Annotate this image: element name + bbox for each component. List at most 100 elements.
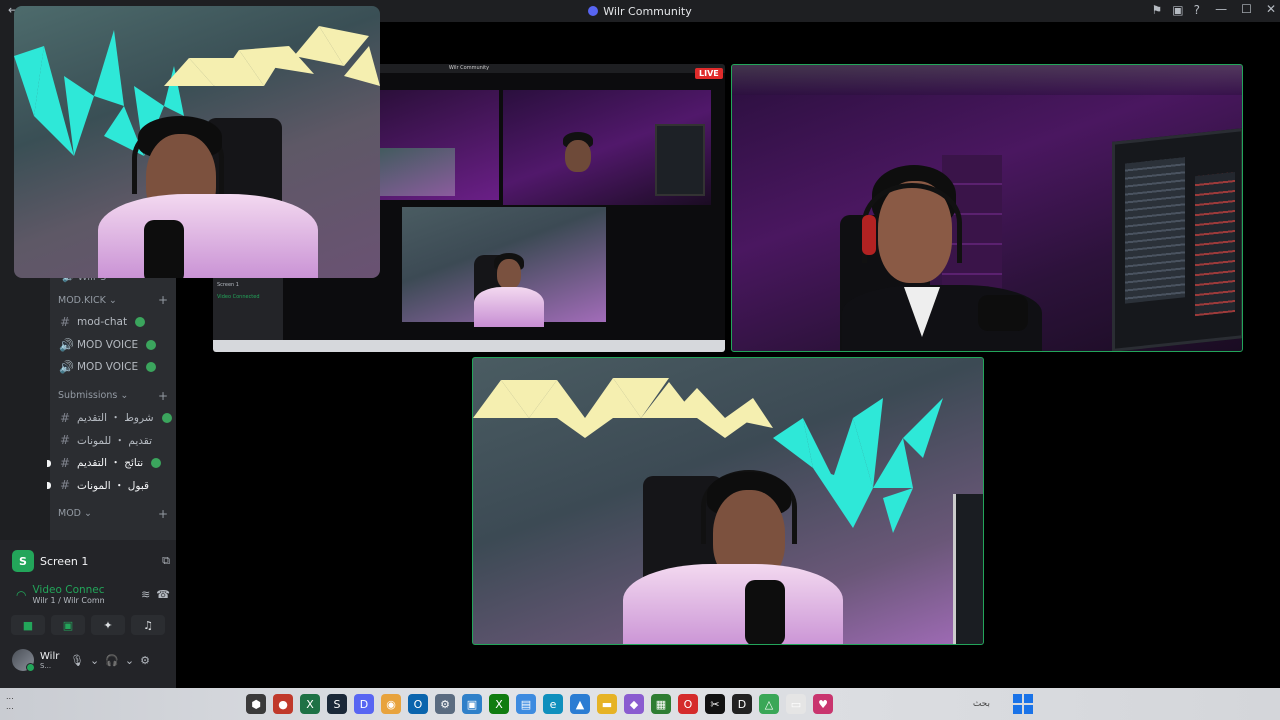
window-title-text: Wilr Community: [603, 4, 692, 18]
user-status: S...: [40, 661, 52, 670]
stream-mini-taskbar: [213, 340, 725, 352]
status-badge: [146, 362, 157, 373]
minimize-icon[interactable]: —: [1215, 2, 1227, 16]
screen-label: Screen 1: [40, 554, 89, 568]
category-name: MOD.KICK: [58, 294, 106, 306]
edge-icon[interactable]: e: [543, 694, 563, 714]
camera-pip[interactable]: [14, 6, 380, 278]
camera-icon[interactable]: ■: [11, 615, 45, 635]
screen-share-row[interactable]: S Screen 1 ⧉: [12, 548, 170, 574]
gear-icon[interactable]: ⚙: [140, 654, 150, 667]
activities-icon[interactable]: ✦: [91, 615, 125, 635]
notepad-icon[interactable]: ▭: [786, 694, 806, 714]
folder-icon[interactable]: ▬: [597, 694, 617, 714]
channel-item[interactable]: # قبول ・ المونات: [47, 474, 176, 497]
channel-item[interactable]: # شروط ・ التقديم: [50, 407, 176, 430]
discord-icon[interactable]: D: [354, 694, 374, 714]
app-icon[interactable]: ◆: [624, 694, 644, 714]
avatar[interactable]: [12, 649, 35, 672]
channel-label: mod-chat: [77, 316, 128, 329]
window-title: Wilr Community: [588, 4, 692, 18]
camera-tile-main[interactable]: [472, 357, 984, 645]
hash-icon: #: [59, 410, 71, 425]
speaker-icon: 🔊: [59, 337, 74, 352]
excel-icon[interactable]: X: [300, 694, 320, 714]
category-name: Submissions: [58, 390, 118, 401]
taskbar-left-widget[interactable]: ... ...: [6, 692, 14, 712]
add-channel-icon[interactable]: +: [158, 507, 168, 521]
close-icon[interactable]: ✕: [1266, 2, 1276, 16]
photos-icon[interactable]: ▲: [570, 694, 590, 714]
app-icon[interactable]: D: [732, 694, 752, 714]
taskbar-apps: ⬢ ● X S D ◉ O ⚙ ▣ X ▤ e ▲ ▬ ◆ ▦ O ✂ D △ ▭ ♥: [246, 694, 833, 714]
start-icon[interactable]: [1013, 694, 1033, 714]
channel-item[interactable]: # نتائج ・ التقديم: [47, 452, 176, 475]
channel-label: شروط ・ التقديم: [77, 412, 154, 425]
opera-icon[interactable]: O: [678, 694, 698, 714]
chevron-down-icon[interactable]: ⌄: [125, 654, 134, 667]
channel-item[interactable]: 🔊 MOD VOICE: [50, 356, 176, 379]
category-header[interactable]: Submissions ⌄ +: [58, 389, 168, 403]
xbox-icon[interactable]: X: [489, 694, 509, 714]
chevron-down-icon[interactable]: ⌄: [90, 654, 99, 667]
channel-label: قبول ・ المونات: [77, 479, 150, 492]
connection-title: Video Connected: [32, 584, 105, 596]
noise-suppression-icon[interactable]: ≋: [141, 588, 150, 601]
voice-connection: ◠ Video Connected Wilr 1 / Wilr Communit…: [16, 584, 170, 605]
settings-icon[interactable]: ⚙: [435, 694, 455, 714]
channel-label: MOD VOICE: [77, 338, 139, 351]
maximize-icon[interactable]: ☐: [1241, 2, 1252, 16]
outlook-icon[interactable]: O: [408, 694, 428, 714]
help-icon[interactable]: ?: [1194, 3, 1200, 17]
connection-sub[interactable]: Wilr 1 / Wilr Community: [32, 596, 104, 605]
channel-label: تقديم ・ للمونات: [77, 434, 153, 447]
chevron-down-icon: ⌄: [105, 294, 117, 306]
hash-icon: #: [59, 478, 71, 493]
speaker-icon: 🔊: [59, 360, 74, 375]
channel-item[interactable]: 🔊 MOD VOICE: [50, 334, 176, 357]
status-badge: [151, 457, 162, 468]
taskbar-search[interactable]: بحث: [906, 695, 996, 713]
windows-taskbar: ... ... ⬢ ● X S D ◉ O ⚙ ▣ X ▤ e ▲ ▬ ◆ ▦ O ✂ D △ ▭ ♥ بحث: [0, 688, 1280, 720]
store-icon[interactable]: ▤: [516, 694, 536, 714]
status-badge: [146, 339, 157, 350]
soundboard-icon[interactable]: ♫: [131, 615, 165, 635]
category-header[interactable]: MOD.KICK ⌄ +: [58, 293, 168, 307]
stream-nested-cam2: [503, 90, 711, 205]
channel-item[interactable]: # mod-chat: [50, 311, 176, 334]
share-screen-icon[interactable]: ▣: [51, 615, 85, 635]
status-badge: [161, 412, 172, 423]
channel-item[interactable]: # تقديم ・ للمونات: [50, 429, 176, 452]
headphones-icon[interactable]: 🎧: [105, 654, 119, 667]
popout-icon[interactable]: ⧉: [162, 554, 170, 568]
microphone-icon[interactable]: 🎙: [70, 654, 84, 667]
app-icon[interactable]: ▦: [651, 694, 671, 714]
category-name: MOD: [58, 508, 81, 519]
monitor: [953, 494, 983, 644]
bookmark-icon[interactable]: ⚑: [1152, 3, 1163, 17]
disconnect-icon[interactable]: ☎: [156, 588, 170, 601]
channel-label: نتائج ・ التقديم: [77, 457, 144, 470]
chevron-down-icon: ⌄: [81, 508, 92, 519]
channel-list: 🔊 Wilr 3 MOD.KICK ⌄+#mod-chat🔊MOD VOICE🔊…: [47, 272, 176, 525]
app-icon[interactable]: ♥: [813, 694, 833, 714]
hash-icon: #: [59, 433, 71, 448]
screen-icon[interactable]: ▣: [1172, 3, 1183, 17]
category-header[interactable]: MOD ⌄ +: [58, 507, 168, 521]
channel-label: MOD VOICE: [77, 361, 139, 374]
app-icon[interactable]: ●: [273, 694, 293, 714]
username: Wilr: [40, 650, 60, 662]
add-channel-icon[interactable]: +: [158, 293, 168, 307]
add-channel-icon[interactable]: +: [158, 389, 168, 403]
drive-icon[interactable]: △: [759, 694, 779, 714]
camera-tile-2[interactable]: [731, 64, 1243, 352]
chrome-icon[interactable]: ◉: [381, 694, 401, 714]
capcut-icon[interactable]: ✂: [705, 694, 725, 714]
voice-actions: ■ ▣ ✦ ♫: [8, 615, 168, 635]
steam-icon[interactable]: S: [327, 694, 347, 714]
signal-icon[interactable]: ◠: [16, 588, 26, 602]
chevron-down-icon: ⌄: [117, 390, 129, 401]
app-icon[interactable]: ▣: [462, 694, 482, 714]
stream-nested-pip: [379, 148, 455, 196]
app-icon[interactable]: ⬢: [246, 694, 266, 714]
